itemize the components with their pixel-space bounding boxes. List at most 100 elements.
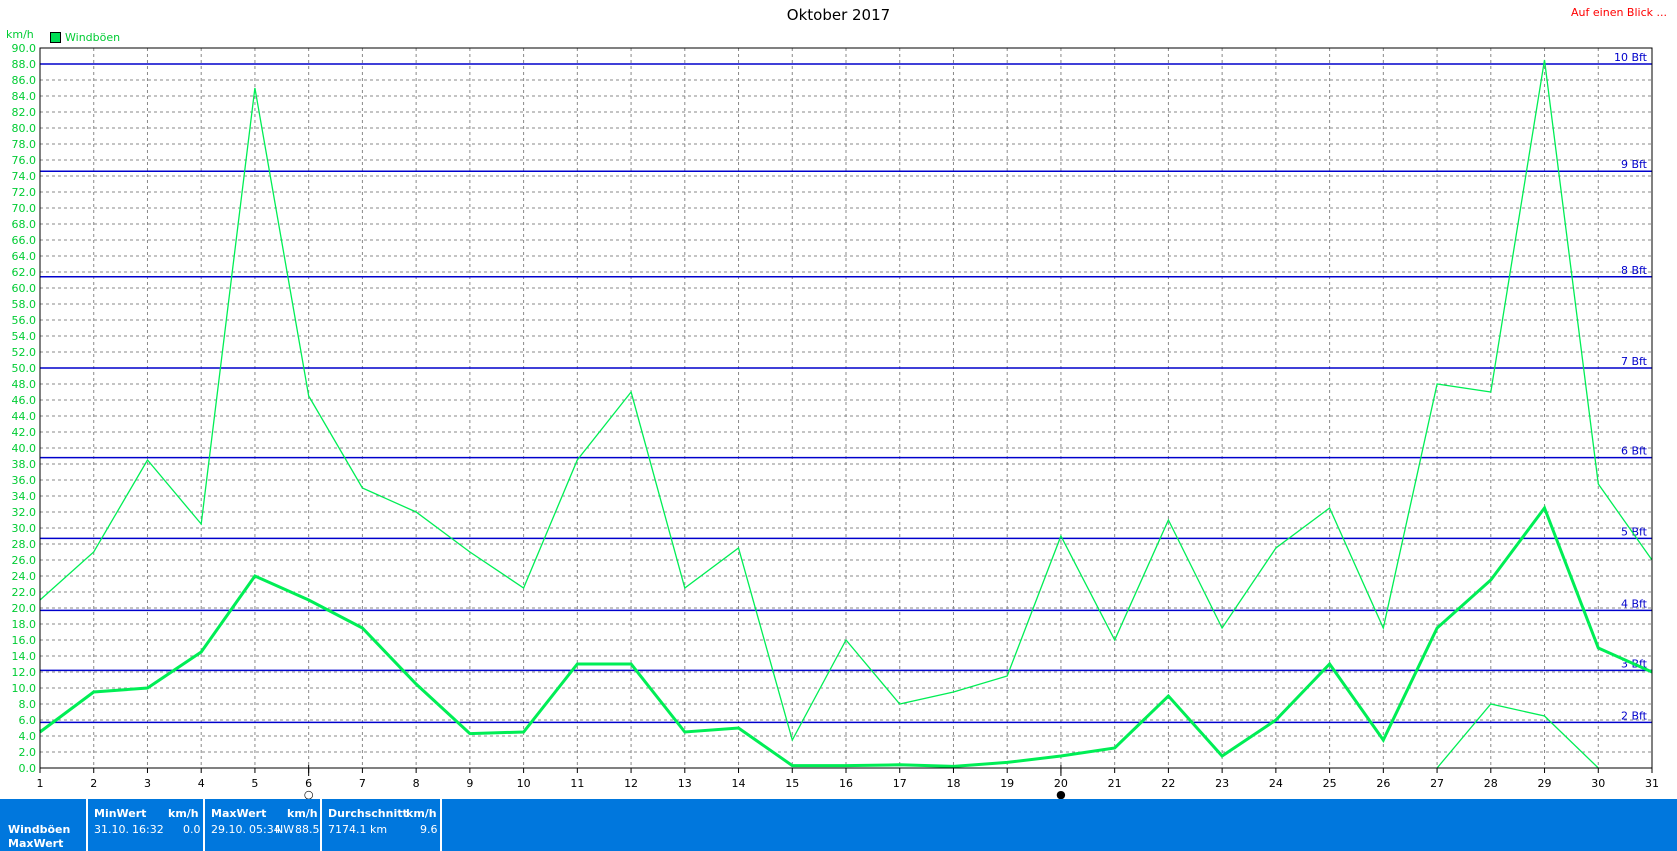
max-date: 29.10. bbox=[211, 823, 246, 836]
x-tick-label: 21 bbox=[1108, 777, 1122, 790]
y-tick-label: 40.0 bbox=[12, 442, 37, 455]
y-tick-label: 58.0 bbox=[12, 298, 37, 311]
x-tick-label: 29 bbox=[1538, 777, 1552, 790]
y-tick-label: 4.0 bbox=[19, 730, 37, 743]
avg-unit: km/h bbox=[406, 807, 437, 820]
y-tick-label: 24.0 bbox=[12, 570, 37, 583]
y-tick-label: 6.0 bbox=[19, 714, 37, 727]
avg-value: 9.6 bbox=[420, 823, 438, 836]
x-tick-label: 1 bbox=[37, 777, 44, 790]
y-tick-label: 38.0 bbox=[12, 458, 37, 471]
x-tick-label: 2 bbox=[90, 777, 97, 790]
x-tick-label: 3 bbox=[144, 777, 151, 790]
y-tick-label: 36.0 bbox=[12, 474, 37, 487]
x-tick-label: 15 bbox=[785, 777, 799, 790]
min-header: MinWert bbox=[94, 807, 147, 820]
footer-row-label-gusts: Windböen bbox=[8, 823, 71, 836]
beaufort-label: 6 Bft bbox=[1621, 445, 1648, 458]
y-tick-label: 48.0 bbox=[12, 378, 37, 391]
max-unit: km/h bbox=[287, 807, 318, 820]
min-date: 31.10. bbox=[94, 823, 129, 836]
y-tick-label: 34.0 bbox=[12, 490, 37, 503]
footer-row-labels: Windböen MaxWert bbox=[0, 799, 88, 851]
y-tick-label: 2.0 bbox=[19, 746, 37, 759]
y-tick-label: 88.0 bbox=[12, 58, 37, 71]
y-tick-label: 80.0 bbox=[12, 122, 37, 135]
y-tick-label: 50.0 bbox=[12, 362, 37, 375]
x-tick-label: 16 bbox=[839, 777, 853, 790]
y-tick-label: 32.0 bbox=[12, 506, 37, 519]
x-tick-label: 11 bbox=[570, 777, 584, 790]
y-tick-label: 54.0 bbox=[12, 330, 37, 343]
min-unit: km/h bbox=[168, 807, 199, 820]
y-tick-label: 90.0 bbox=[12, 42, 37, 55]
y-tick-label: 8.0 bbox=[19, 698, 37, 711]
y-tick-label: 86.0 bbox=[12, 74, 37, 87]
x-tick-label: 24 bbox=[1269, 777, 1283, 790]
y-tick-label: 76.0 bbox=[12, 154, 37, 167]
x-tick-label: 26 bbox=[1376, 777, 1390, 790]
footer-min-cell: MinWert km/h 31.10. 16:32 0.0 bbox=[88, 799, 205, 851]
y-tick-label: 14.0 bbox=[12, 650, 37, 663]
y-tick-label: 84.0 bbox=[12, 90, 37, 103]
x-tick-label: 14 bbox=[732, 777, 746, 790]
footer-avg-cell: Durchschnitt km/h 7174.1 km 9.6 bbox=[322, 799, 442, 851]
beaufort-label: 8 Bft bbox=[1621, 264, 1648, 277]
y-tick-label: 78.0 bbox=[12, 138, 37, 151]
avg-header: Durchschnitt bbox=[328, 807, 408, 820]
x-tick-label: 30 bbox=[1591, 777, 1605, 790]
y-tick-label: 18.0 bbox=[12, 618, 37, 631]
y-tick-label: 12.0 bbox=[12, 666, 37, 679]
y-tick-label: 64.0 bbox=[12, 250, 37, 263]
x-tick-label: 27 bbox=[1430, 777, 1444, 790]
x-tick-label: 31 bbox=[1645, 777, 1659, 790]
chart-area: 0.0 2.0 4.0 6.0 8.0 10.0 12.0 14.0 16.0 18.0 20.0 2… bbox=[12, 42, 1660, 800]
x-tick-label: 13 bbox=[678, 777, 692, 790]
beaufort-label: 4 Bft bbox=[1621, 597, 1648, 610]
y-tick-label: 26.0 bbox=[12, 554, 37, 567]
y-tick-label: 70.0 bbox=[12, 202, 37, 215]
x-tick-label: 9 bbox=[466, 777, 473, 790]
y-tick-label: 72.0 bbox=[12, 186, 37, 199]
x-tick-label: 23 bbox=[1215, 777, 1229, 790]
y-tick-label: 62.0 bbox=[12, 266, 37, 279]
y-tick-label: 20.0 bbox=[12, 602, 37, 615]
beaufort-label: 5 Bft bbox=[1621, 525, 1648, 538]
x-tick-label: 18 bbox=[946, 777, 960, 790]
y-tick-label: 74.0 bbox=[12, 170, 37, 183]
min-time: 16:32 bbox=[132, 823, 164, 836]
y-tick-label: 68.0 bbox=[12, 218, 37, 231]
y-tick-label: 0.0 bbox=[19, 762, 37, 775]
y-tick-label: 46.0 bbox=[12, 394, 37, 407]
x-tick-label: 22 bbox=[1161, 777, 1175, 790]
beaufort-label: 10 Bft bbox=[1614, 51, 1648, 64]
beaufort-label: 2 Bft bbox=[1621, 709, 1648, 722]
x-tick-label: 10 bbox=[517, 777, 531, 790]
y-tick-label: 10.0 bbox=[12, 682, 37, 695]
y-tick-label: 42.0 bbox=[12, 426, 37, 439]
y-tick-label: 44.0 bbox=[12, 410, 37, 423]
min-value: 0.0 bbox=[183, 823, 201, 836]
x-tick-label: 7 bbox=[359, 777, 366, 790]
y-tick-label: 52.0 bbox=[12, 346, 37, 359]
beaufort-label: 9 Bft bbox=[1621, 158, 1648, 171]
x-tick-label: 28 bbox=[1484, 777, 1498, 790]
y-tick-label: 30.0 bbox=[12, 522, 37, 535]
stats-footer: Windböen MaxWert MinWert km/h 31.10. 16:… bbox=[0, 799, 1677, 851]
x-tick-label: 4 bbox=[198, 777, 205, 790]
y-tick-label: 16.0 bbox=[12, 634, 37, 647]
x-tick-label: 25 bbox=[1323, 777, 1337, 790]
footer-row-label-maxvalue: MaxWert bbox=[8, 837, 64, 850]
x-tick-label: 17 bbox=[893, 777, 907, 790]
y-tick-label: 28.0 bbox=[12, 538, 37, 551]
y-tick-label: 22.0 bbox=[12, 586, 37, 599]
max-value: 88.5 bbox=[295, 823, 320, 836]
max-header: MaxWert bbox=[211, 807, 267, 820]
max-direction: NW bbox=[275, 823, 295, 836]
y-tick-label: 82.0 bbox=[12, 106, 37, 119]
footer-max-cell: MaxWert km/h 29.10. 05:34 NW 88.5 bbox=[205, 799, 322, 851]
x-tick-label: 19 bbox=[1000, 777, 1014, 790]
x-tick-label: 5 bbox=[251, 777, 258, 790]
avg-distance: 7174.1 km bbox=[328, 823, 388, 836]
x-tick-label: 8 bbox=[413, 777, 420, 790]
